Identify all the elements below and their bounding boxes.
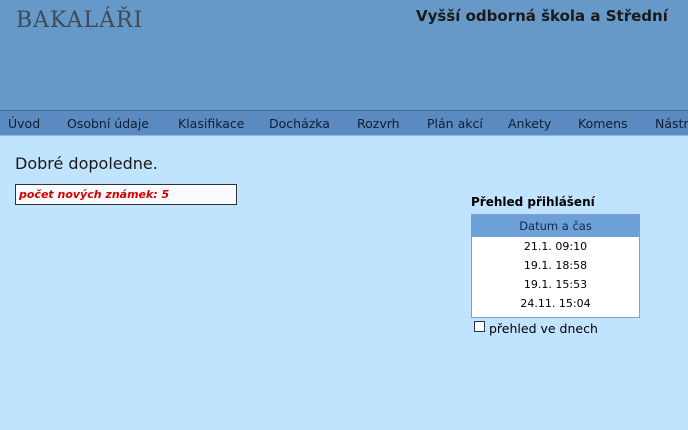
column-header-datetime: Datum a čas bbox=[472, 215, 639, 237]
new-grades-notice[interactable]: počet nových známek: 5 bbox=[15, 184, 237, 205]
greeting-text: Dobré dopoledne. bbox=[15, 154, 158, 173]
nav-item-uvod[interactable]: Úvod bbox=[8, 116, 40, 131]
login-overview-table: Datum a čas 21.1. 09:10 19.1. 18:58 19.1… bbox=[471, 214, 640, 318]
days-overview-label[interactable]: přehled ve dnech bbox=[489, 321, 598, 336]
nav-item-rozvrh[interactable]: Rozvrh bbox=[357, 116, 400, 131]
bakalari-logo[interactable]: BAKALÁŘI bbox=[16, 8, 143, 33]
nav-item-klasifikace[interactable]: Klasifikace bbox=[178, 116, 244, 131]
nav-item-osobni-udaje[interactable]: Osobní údaje bbox=[67, 116, 149, 131]
table-row: 19.1. 15:53 bbox=[523, 278, 588, 291]
new-grades-label: počet nových známek: 5 bbox=[19, 188, 170, 201]
days-overview-checkbox[interactable] bbox=[474, 321, 485, 332]
school-name: Vyšší odborná škola a Střední bbox=[416, 7, 668, 25]
page-header: BAKALÁŘI Vyšší odborná škola a Střední bbox=[0, 0, 688, 110]
table-row: 21.1. 09:10 bbox=[523, 240, 588, 253]
nav-item-plan-akci[interactable]: Plán akcí bbox=[427, 116, 483, 131]
nav-item-ankety[interactable]: Ankety bbox=[508, 116, 551, 131]
main-navigation: Úvod Osobní údaje Klasifikace Docházka R… bbox=[0, 110, 688, 136]
table-row: 24.11. 15:04 bbox=[520, 297, 591, 310]
nav-item-komens[interactable]: Komens bbox=[578, 116, 628, 131]
table-row: 19.1. 18:58 bbox=[523, 259, 588, 272]
nav-item-nastroje[interactable]: Nástr bbox=[655, 116, 688, 131]
nav-item-dochazka[interactable]: Docházka bbox=[269, 116, 330, 131]
login-overview-title: Přehled přihlášení bbox=[471, 195, 595, 209]
